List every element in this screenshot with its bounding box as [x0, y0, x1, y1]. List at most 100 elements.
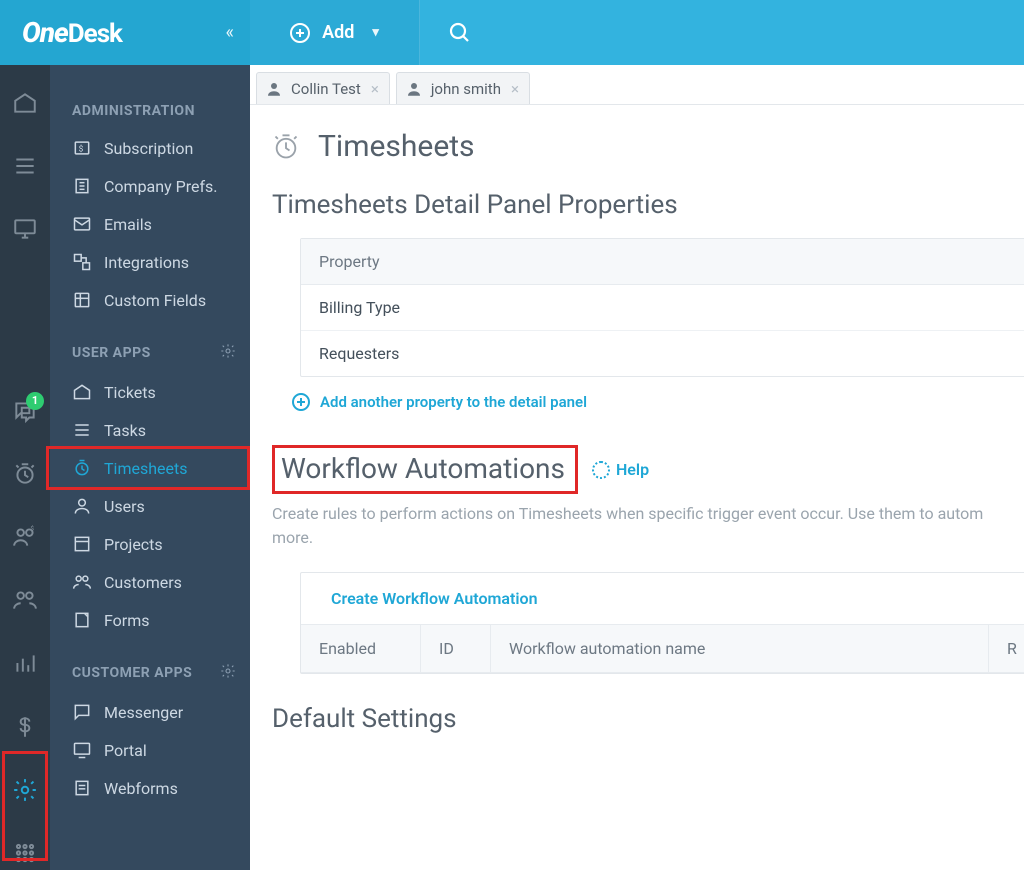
section-customer-label: CUSTOMER APPS: [72, 665, 192, 681]
sidebar-item-customers[interactable]: Customers: [50, 563, 250, 601]
sidebar-item-label: Company Prefs.: [104, 177, 218, 196]
chevron-down-icon: ▾: [372, 25, 379, 40]
brand-logo[interactable]: OneDesk: [22, 16, 122, 49]
help-link[interactable]: Help: [592, 460, 649, 479]
sidebar-item-label: Integrations: [104, 253, 189, 272]
section-default-settings: Default Settings: [272, 704, 1024, 734]
sidebar-item-tickets[interactable]: Tickets: [50, 373, 250, 411]
add-button[interactable]: Add ▾: [250, 0, 420, 65]
rail-analytics[interactable]: [0, 646, 50, 681]
sidebar-item-label: Timesheets: [104, 459, 187, 478]
workflow-automations-row: Workflow Automations Help: [272, 445, 1024, 494]
sidebar-item-label: Projects: [104, 535, 163, 554]
help-icon: [592, 461, 610, 479]
rail-timesheets[interactable]: [0, 457, 50, 492]
section-administration: ADMINISTRATION: [50, 93, 250, 129]
sidebar-item-label: Customers: [104, 573, 182, 592]
sidebar-item-label: Custom Fields: [104, 291, 206, 310]
sidebar-item-label: Webforms: [104, 779, 178, 798]
rail-messages[interactable]: 1: [0, 394, 50, 429]
wa-highlight-box: Workflow Automations: [272, 445, 578, 494]
section-customer-apps: CUSTOMER APPS: [50, 653, 250, 693]
col-name: Workflow automation name: [491, 625, 989, 672]
sidebar-item-portal[interactable]: Portal: [50, 731, 250, 769]
clock-icon: [272, 133, 300, 161]
section-user-label: USER APPS: [72, 345, 151, 361]
page-title: Timesheets: [318, 129, 475, 164]
section-user-apps: USER APPS: [50, 333, 250, 373]
brand-desk: Desk: [68, 19, 122, 49]
section-admin-label: ADMINISTRATION: [72, 103, 195, 119]
sidebar-item-label: Emails: [104, 215, 152, 234]
gear-icon[interactable]: [220, 343, 236, 363]
sidebar-item-label: Tasks: [104, 421, 146, 440]
tabs-row: Collin Test × john smith ×: [250, 65, 1024, 105]
page-title-row: Timesheets: [272, 129, 1024, 164]
create-workflow-link[interactable]: Create Workflow Automation: [301, 573, 1024, 624]
add-property-link[interactable]: Add another property to the detail panel: [292, 393, 1024, 411]
create-workflow-label: Create Workflow Automation: [331, 589, 538, 608]
tab-label: john smith: [431, 80, 501, 98]
plus-circle-icon: [290, 23, 310, 43]
tab-label: Collin Test: [291, 80, 361, 98]
gear-icon[interactable]: [220, 663, 236, 683]
tab-collin-test[interactable]: Collin Test ×: [256, 72, 390, 104]
topbar: OneDesk « Add ▾: [0, 0, 1024, 65]
rail-badge: 1: [26, 392, 44, 410]
sidebar-item-webforms[interactable]: Webforms: [50, 769, 250, 807]
sidebar-item-forms[interactable]: Forms: [50, 601, 250, 639]
tab-john-smith[interactable]: john smith ×: [396, 72, 530, 104]
col-id: ID: [421, 625, 491, 672]
rail-apps-grid[interactable]: [0, 835, 50, 870]
rail-customers[interactable]: [0, 583, 50, 618]
sidebar-item-emails[interactable]: Emails: [50, 205, 250, 243]
wa-panel: Create Workflow Automation Enabled ID Wo…: [300, 572, 1024, 674]
sidebar-item-company-prefs[interactable]: Company Prefs.: [50, 167, 250, 205]
property-row[interactable]: Billing Type: [301, 285, 1024, 331]
sidebar-item-users[interactable]: Users: [50, 487, 250, 525]
wa-title: Workflow Automations: [281, 452, 565, 485]
sidebar-item-label: Messenger: [104, 703, 183, 722]
sidebar-item-messenger[interactable]: Messenger: [50, 693, 250, 731]
sidebar-item-integrations[interactable]: Integrations: [50, 243, 250, 281]
properties-panel: Property Billing Type Requesters: [300, 238, 1024, 377]
sidebar-item-tasks[interactable]: Tasks: [50, 411, 250, 449]
sidebar-item-custom-fields[interactable]: Custom Fields: [50, 281, 250, 319]
plus-circle-icon: [292, 393, 310, 411]
brand-block: OneDesk «: [0, 0, 250, 65]
sidebar-item-label: Users: [104, 497, 145, 516]
add-label: Add: [322, 22, 354, 43]
rail-users-money[interactable]: $: [0, 520, 50, 555]
sidebar-item-label: Forms: [104, 611, 150, 630]
rail-settings[interactable]: [0, 772, 50, 807]
collapse-sidebar-icon[interactable]: «: [226, 22, 234, 43]
property-row[interactable]: Requesters: [301, 331, 1024, 376]
rail-display[interactable]: [0, 211, 50, 246]
search-button[interactable]: [420, 0, 500, 65]
close-icon[interactable]: ×: [511, 80, 519, 98]
properties-head: Property: [301, 239, 1024, 285]
col-enabled: Enabled: [301, 625, 421, 672]
sidebar-item-subscription[interactable]: $ Subscription: [50, 129, 250, 167]
person-icon: [405, 80, 423, 98]
sidebar: ADMINISTRATION $ Subscription Company Pre…: [50, 65, 250, 870]
sidebar-item-projects[interactable]: Projects: [50, 525, 250, 563]
wa-description: Create rules to perform actions on Times…: [272, 502, 1024, 550]
sidebar-item-timesheets[interactable]: Timesheets: [50, 449, 250, 487]
rail-finance[interactable]: [0, 709, 50, 744]
main-content: Timesheets Timesheets Detail Panel Prope…: [250, 105, 1024, 870]
rail-tickets[interactable]: [0, 85, 50, 120]
svg-text:$: $: [79, 143, 84, 154]
sidebar-item-label: Tickets: [104, 383, 156, 402]
add-property-label: Add another property to the detail panel: [320, 393, 587, 411]
svg-text:$: $: [30, 525, 34, 533]
search-icon: [448, 21, 472, 45]
close-icon[interactable]: ×: [371, 80, 379, 98]
section-detail-props: Timesheets Detail Panel Properties: [272, 190, 1024, 220]
sidebar-item-label: Subscription: [104, 139, 193, 158]
help-label: Help: [616, 460, 649, 479]
rail-tasks[interactable]: [0, 148, 50, 183]
wa-table-head: Enabled ID Workflow automation name R: [301, 624, 1024, 673]
left-rail: 1 $: [0, 65, 50, 870]
sidebar-item-label: Portal: [104, 741, 147, 760]
